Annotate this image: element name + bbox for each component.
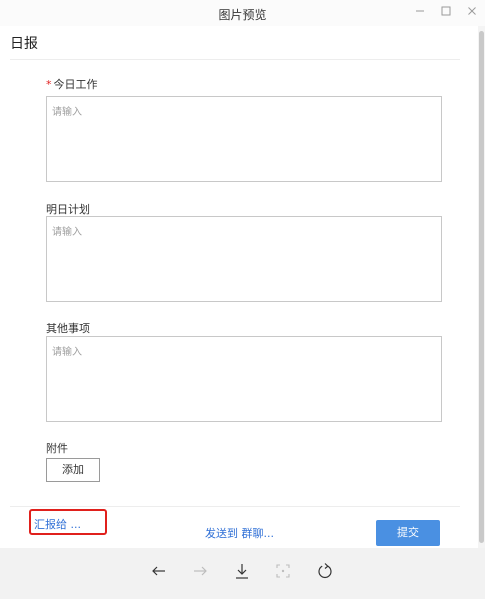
submit-button[interactable]: 提交 (376, 520, 440, 546)
image-preview: 日报 * 今日工作 请输入 明日计划 请输入 其他事项 请输入 附件 添加 汇报给… (0, 26, 485, 548)
tomorrow-plan-input[interactable]: 请输入 (46, 216, 442, 302)
maximize-icon[interactable] (437, 2, 455, 20)
page-title: 日报 (10, 36, 38, 52)
download-icon[interactable] (231, 560, 253, 582)
required-mark: * (46, 78, 52, 91)
today-work-label: * 今日工作 (46, 76, 98, 92)
tomorrow-plan-label: 明日计划 (46, 203, 90, 216)
tomorrow-plan-placeholder: 请输入 (52, 227, 82, 238)
title-bar: 图片预览 (0, 0, 485, 26)
rotate-icon[interactable] (314, 560, 336, 582)
scrollbar-thumb[interactable] (479, 31, 484, 543)
send-to-group-link[interactable]: 发送到 群聊... (205, 525, 274, 541)
report-to-link[interactable]: 汇报给 ... (29, 509, 107, 535)
arrow-left-icon[interactable] (148, 560, 170, 582)
report-to-text: 汇报给 ... (34, 518, 81, 531)
minimize-icon[interactable] (411, 2, 429, 20)
other-items-label: 其他事项 (46, 322, 90, 335)
today-work-label-text: 今日工作 (53, 78, 98, 91)
fit-screen-icon[interactable] (272, 560, 294, 582)
today-work-input[interactable]: 请输入 (46, 96, 442, 182)
other-items-placeholder: 请输入 (52, 347, 82, 358)
add-attachment-button[interactable]: 添加 (46, 458, 100, 482)
attachments-label: 附件 (46, 442, 68, 455)
viewer-toolbar (0, 548, 485, 599)
close-icon[interactable] (463, 2, 481, 20)
other-items-input[interactable]: 请输入 (46, 336, 442, 422)
divider (10, 506, 460, 507)
divider (10, 59, 460, 60)
arrow-right-icon[interactable] (189, 560, 211, 582)
today-work-placeholder: 请输入 (52, 107, 82, 118)
